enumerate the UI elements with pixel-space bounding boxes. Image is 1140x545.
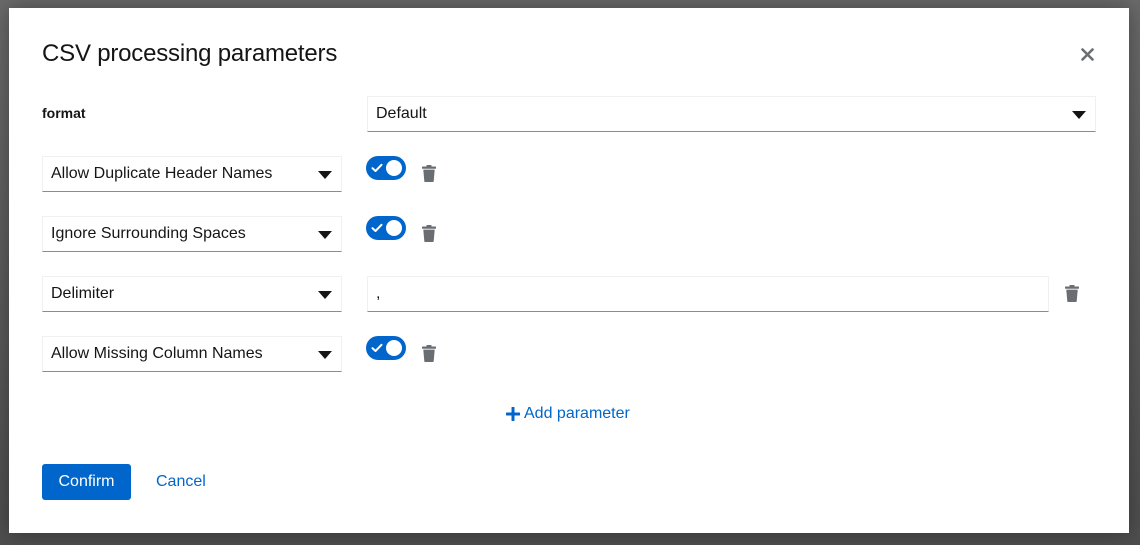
check-icon (371, 163, 383, 172)
parameter-select-delimiter[interactable]: Delimiter (42, 276, 342, 312)
remove-parameter-button[interactable] (419, 162, 439, 184)
parameter-select-ignore-surrounding-spaces[interactable]: Ignore Surrounding Spaces (42, 216, 342, 252)
allow-duplicate-header-names-toggle[interactable] (366, 156, 406, 180)
parameter-select-value: Allow Missing Column Names (51, 345, 263, 362)
remove-parameter-button[interactable] (419, 342, 439, 364)
ignore-surrounding-spaces-toggle[interactable] (366, 216, 406, 240)
toggle-knob (386, 160, 402, 176)
check-icon (371, 343, 383, 352)
parameter-select-value: Allow Duplicate Header Names (51, 165, 273, 182)
plus-icon (506, 407, 520, 421)
toggle-knob (386, 340, 402, 356)
parameter-select-value: Delimiter (51, 285, 115, 302)
remove-parameter-button[interactable] (419, 222, 439, 244)
toggle-knob (386, 220, 402, 236)
add-parameter-label: Add parameter (524, 405, 630, 422)
parameter-select-allow-duplicate-header-names[interactable]: Allow Duplicate Header Names (42, 156, 342, 192)
times-icon (1080, 47, 1094, 61)
trash-icon (1065, 284, 1079, 302)
close-button[interactable] (1075, 42, 1099, 66)
trash-icon (422, 164, 436, 182)
csv-parameters-modal: CSV processing parameters format Default… (9, 8, 1129, 533)
parameter-select-allow-missing-column-names[interactable]: Allow Missing Column Names (42, 336, 342, 372)
format-label: format (42, 105, 86, 121)
check-icon (371, 223, 383, 232)
caret-down-icon (318, 351, 332, 359)
modal-title: CSV processing parameters (42, 40, 338, 67)
cancel-button[interactable]: Cancel (148, 464, 214, 500)
parameter-select-value: Ignore Surrounding Spaces (51, 225, 246, 242)
caret-down-icon (318, 171, 332, 179)
format-select-value: Default (376, 105, 427, 122)
caret-down-icon (1072, 111, 1086, 119)
delimiter-input[interactable] (367, 276, 1049, 312)
caret-down-icon (318, 231, 332, 239)
allow-missing-column-names-toggle[interactable] (366, 336, 406, 360)
confirm-button[interactable]: Confirm (42, 464, 131, 500)
format-select[interactable]: Default (367, 96, 1096, 132)
add-parameter-button[interactable]: Add parameter (506, 403, 630, 425)
remove-parameter-button[interactable] (1062, 282, 1082, 304)
trash-icon (422, 344, 436, 362)
trash-icon (422, 224, 436, 242)
caret-down-icon (318, 291, 332, 299)
